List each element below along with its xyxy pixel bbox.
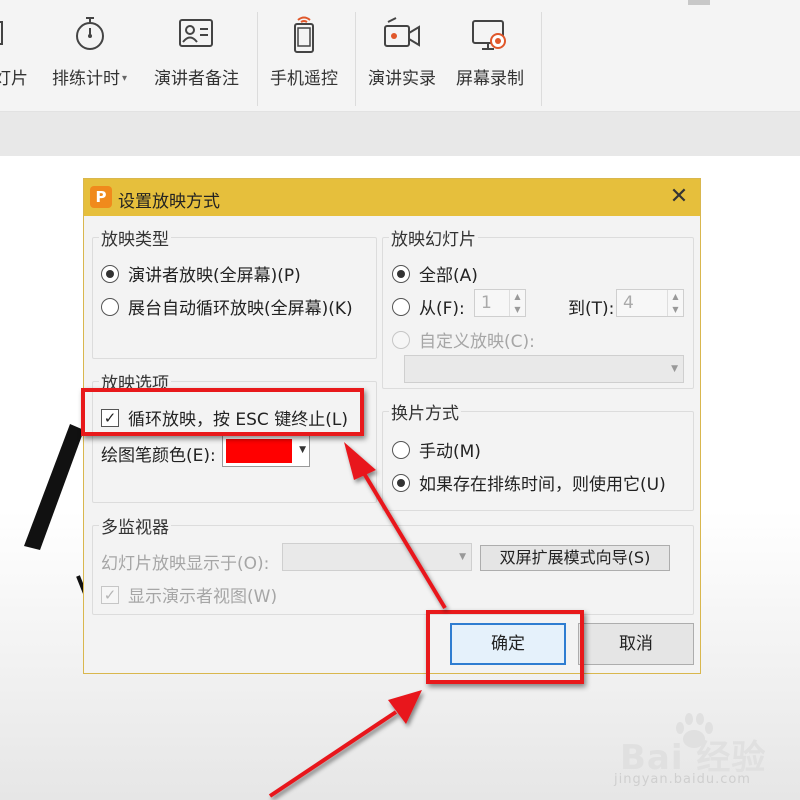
annotation-arrows bbox=[268, 442, 447, 798]
arrow-to-ok-button-icon bbox=[268, 690, 422, 798]
arrow-to-loop-option-icon bbox=[344, 442, 447, 610]
